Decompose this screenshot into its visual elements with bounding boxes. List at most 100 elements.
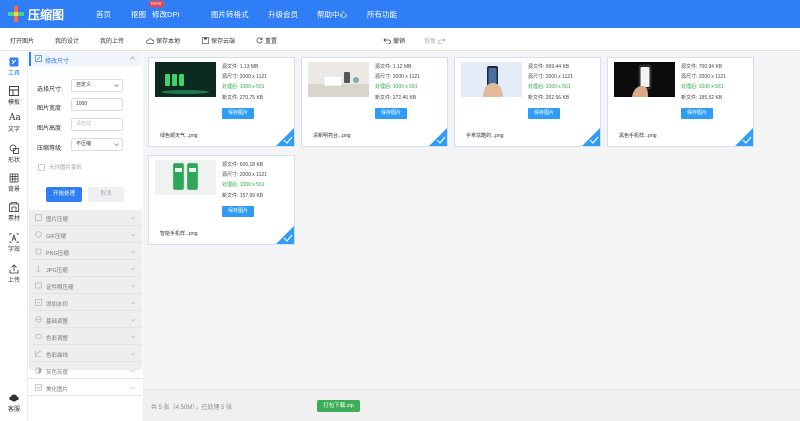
src-value: 606.18 KB (239, 162, 264, 168)
nav-item-home[interactable]: 首页 (96, 9, 111, 20)
rail-item-upload[interactable]: 上传 (0, 264, 28, 284)
nav-item-convert[interactable]: 图片转格式 (211, 9, 249, 20)
save-cloud-button[interactable]: 保存云端 (202, 36, 235, 45)
save-image-button[interactable]: 保存图片 (222, 206, 254, 217)
rail-item-background[interactable]: 背景 (0, 173, 28, 193)
save-image-button[interactable]: 保存图片 (222, 108, 254, 119)
cancel-button[interactable]: 取消 (88, 187, 124, 202)
text-icon: Aa (9, 113, 21, 123)
tool-label: 基础调整 (46, 319, 69, 325)
my-design-button[interactable]: 我的设计 (55, 36, 79, 45)
level-select[interactable]: 不压缩 (71, 138, 123, 151)
image-card[interactable]: 源文件: 700.94 KB 源尺寸: 2000 x 1121 处理后: 100… (607, 57, 754, 147)
image-card[interactable]: 源文件: 999.44 KB 源尺寸: 2000 x 1121 处理后: 100… (454, 57, 601, 147)
rail-label-service: 客服 (7, 407, 20, 413)
text-effect-icon (9, 233, 19, 243)
image-card[interactable]: 源文件: 606.18 KB 源尺寸: 2000 x 1121 处理后: 100… (148, 155, 295, 245)
rail-item-tools[interactable]: 工具 (0, 57, 28, 77)
my-upload-button[interactable]: 我的上传 (100, 36, 124, 45)
src-file-size: 源文件: 1.13 MB (222, 63, 258, 70)
new-label: 新文件: (222, 95, 239, 101)
src-value: 1.12 MB (392, 64, 412, 70)
nav-item-vip[interactable]: 升级会员 (268, 9, 298, 20)
save-image-button[interactable]: 保存图片 (681, 108, 713, 119)
rail-item-shape[interactable]: 形状 (0, 144, 28, 164)
save-local-button[interactable]: 保存本地 (146, 36, 180, 45)
tool-label: 美化图片 (46, 387, 69, 393)
resize-icon (35, 55, 42, 62)
tool-item-png[interactable]: PNG压缩 (29, 244, 142, 260)
width-input[interactable]: 1000 (71, 98, 123, 111)
tool-label: GIF压缩 (46, 234, 67, 240)
save-image-button[interactable]: 保存图片 (375, 108, 407, 119)
tool-item-curve[interactable]: 色彩曲线 (29, 346, 142, 362)
rail-item-text[interactable]: Aa 文字 (0, 113, 28, 133)
image-thumbnail[interactable] (155, 160, 216, 195)
image-card[interactable]: 源文件: 1.13 MB 源尺寸: 2000 x 1121 处理后: 1000 … (148, 57, 295, 147)
src-file-size: 源文件: 606.18 KB (222, 161, 263, 168)
after-label: 处理后: (681, 84, 698, 90)
tool-item-jpg[interactable]: JPG压缩 (29, 261, 142, 277)
src-size-label: 源尺寸: (375, 74, 392, 80)
image-grid: 源文件: 1.13 MB 源尺寸: 2000 x 1121 处理后: 1000 … (143, 52, 800, 389)
tool-label: 色彩调整 (46, 336, 69, 342)
tool-item-idphoto[interactable]: 证件照压缩 (29, 278, 142, 294)
height-input[interactable]: 请自动 (71, 118, 123, 131)
tool-label: 色彩曲线 (46, 353, 69, 359)
panel-header-resize[interactable]: 修改尺寸 (29, 52, 142, 66)
chevron-down-icon (130, 352, 136, 356)
file-name: 清新明亮台...png (313, 133, 351, 139)
src-label: 源文件: (681, 64, 698, 70)
rail-item-service[interactable]: 客服 (0, 393, 28, 413)
tool-item-color[interactable]: 色彩调整 (29, 329, 142, 345)
rail-item-material[interactable]: 素材 (0, 202, 28, 222)
image-thumbnail[interactable] (155, 62, 216, 97)
nav-item-cutout[interactable]: 抠图 (131, 9, 146, 20)
image-card[interactable]: 源文件: 1.12 MB 源尺寸: 2000 x 1121 处理后: 1000 … (301, 57, 448, 147)
open-image-button[interactable]: 打开图片 (10, 36, 34, 45)
tool-label: 灰色灰度 (46, 370, 69, 376)
start-button[interactable]: 开始处理 (46, 187, 82, 202)
src-label: 源文件: (528, 64, 545, 70)
src-dimension: 源尺寸: 2000 x 1121 (528, 73, 573, 80)
tool-item-grayscale[interactable]: 灰色灰度 (29, 363, 142, 379)
rail-item-effect[interactable]: 字效 (0, 233, 28, 253)
src-size-value: 2000 x 1121 (545, 74, 573, 80)
src-dimension: 源尺寸: 2000 x 1121 (222, 171, 267, 178)
gif-icon (35, 231, 42, 238)
nav-item-dpi[interactable]: 修改DPI (152, 9, 180, 20)
save-image-button[interactable]: 保存图片 (528, 108, 560, 119)
rail-label-tools: 工具 (7, 71, 20, 77)
image-thumbnail[interactable] (614, 62, 675, 97)
chevron-down-icon (130, 318, 136, 322)
nav-item-all[interactable]: 所有功能 (367, 9, 397, 20)
chevron-down-icon (130, 267, 136, 271)
tool-item-beautify[interactable]: 美化图片 (29, 380, 142, 396)
redo-button[interactable]: 恢复 (424, 36, 448, 45)
undo-button[interactable]: 撤销 (383, 36, 405, 45)
image-thumbnail[interactable] (308, 62, 369, 97)
image-thumbnail[interactable] (461, 62, 522, 97)
toolbar: 打开图片 我的设计 我的上传 保存本地 保存云端 重置 撤销 恢复 (0, 28, 800, 51)
deform-checkbox[interactable]: 允许图片变形 (38, 163, 82, 171)
src-size-value: 2000 x 1121 (239, 74, 267, 80)
new-label: 新文件: (375, 95, 392, 101)
image-icon (35, 214, 42, 221)
new-file-size: 新文件: 372.40 KB (375, 94, 416, 101)
reset-button[interactable]: 重置 (256, 36, 277, 45)
src-value: 700.94 KB (698, 64, 723, 70)
file-name: 手拿炫酷的...png (466, 133, 504, 139)
rail-item-template[interactable]: 模板 (0, 86, 28, 106)
curve-icon (35, 350, 42, 357)
src-dimension: 源尺寸: 2000 x 1121 (222, 73, 267, 80)
jpg-icon (36, 265, 41, 272)
tool-item-watermark[interactable]: 添加水印 (29, 295, 142, 311)
tool-item-gif[interactable]: GIF压缩 (29, 227, 142, 243)
size-select[interactable]: 自定义 (71, 79, 123, 92)
download-zip-button[interactable]: 打包下载.zip (317, 400, 360, 412)
nav-item-help[interactable]: 帮助中心 (317, 9, 347, 20)
tool-item-basic[interactable]: 基础调整 (29, 312, 142, 328)
tool-item-compress[interactable]: 图片压缩 (29, 210, 142, 226)
logo[interactable]: 压缩图 (8, 5, 64, 23)
tool-label: JPG压缩 (46, 268, 68, 274)
